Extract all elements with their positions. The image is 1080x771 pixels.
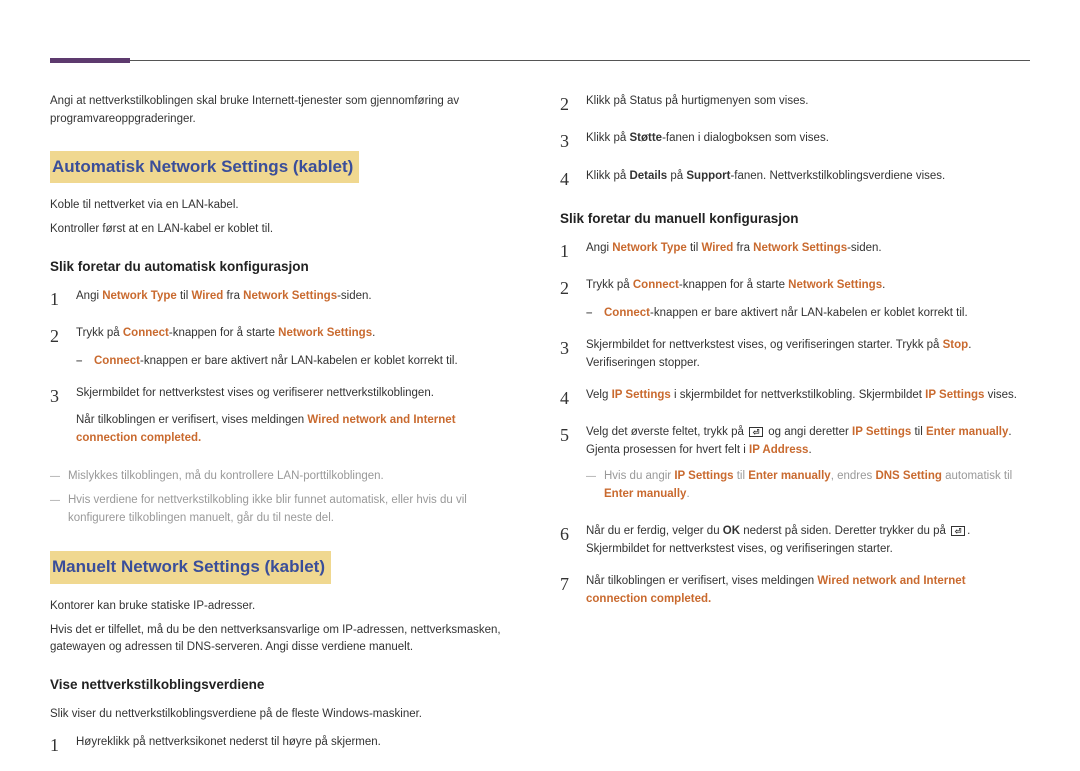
step-number: 3 [560,337,586,360]
step-body: Angi Network Type til Wired fra Network … [76,288,520,306]
heading-view-values: Vise nettverkstilkoblingsverdiene [50,675,520,696]
step-body: Når tilkoblingen er verifisert, vises me… [586,573,1030,609]
step-number: 1 [50,288,76,311]
step-number: 3 [50,385,76,408]
enter-icon: ⏎ [749,427,763,437]
step-body: Klikk på Details på Support-fanen. Nettv… [586,168,1030,186]
substep: – Connect-knappen er bare aktivert når L… [586,305,1030,323]
step-number: 1 [560,240,586,263]
footnote-mark-icon [50,492,68,528]
manual-step-4: 4 Velg IP Settings i skjermbildet for ne… [560,387,1030,410]
enter-icon: ⏎ [951,526,965,536]
step-number: 4 [560,168,586,191]
page-columns: Angi at nettverkstilkoblingen skal bruke… [50,93,1030,771]
step-body: Velg IP Settings i skjermbildet for nett… [586,387,1030,405]
auto-step-3: 3 Skjermbildet for nettverkstest vises o… [50,385,520,454]
dash-icon: – [586,305,604,323]
footnote-mark-icon [586,468,604,504]
right-column: 2 Klikk på Status på hurtigmenyen som vi… [560,93,1030,771]
heading-manual-config: Slik foretar du manuell konfigurasjon [560,209,1030,230]
step-number: 1 [50,734,76,757]
step-number: 4 [560,387,586,410]
step-number: 3 [560,130,586,153]
manual-step-1: 1 Angi Network Type til Wired fra Networ… [560,240,1030,263]
intro-text: Angi at nettverkstilkoblingen skal bruke… [50,93,520,129]
note-ip-settings: Hvis du angir IP Settings til Enter manu… [586,468,1030,504]
heading-auto-network: Automatisk Network Settings (kablet) [50,151,359,183]
auto-step-2: 2 Trykk på Connect-knappen for å starte … [50,325,520,371]
step-number: 2 [560,93,586,116]
step-body: Når du er ferdig, velger du OK nederst p… [586,523,1030,559]
auto-step-1: 1 Angi Network Type til Wired fra Networ… [50,288,520,311]
step-number: 5 [560,424,586,447]
step-body: Klikk på Støtte-fanen i dialogboksen som… [586,130,1030,148]
view-step-4: 4 Klikk på Details på Support-fanen. Net… [560,168,1030,191]
step-body: Skjermbildet for nettverkstest vises og … [76,385,520,454]
view-values-intro: Slik viser du nettverkstilkoblingsverdie… [50,706,520,724]
manual-step-3: 3 Skjermbildet for nettverkstest vises, … [560,337,1030,373]
footnote-mark-icon [50,468,68,486]
manual-step-7: 7 Når tilkoblingen er verifisert, vises … [560,573,1030,609]
step-number: 2 [560,277,586,300]
step-number: 6 [560,523,586,546]
manual-p1: Kontorer kan bruke statiske IP-adresser. [50,598,520,616]
manual-step-2: 2 Trykk på Connect-knappen for å starte … [560,277,1030,323]
view-step-2: 2 Klikk på Status på hurtigmenyen som vi… [560,93,1030,116]
note-1: Mislykkes tilkoblingen, må du kontroller… [50,468,520,486]
step-body: Angi Network Type til Wired fra Network … [586,240,1030,258]
heading-auto-config: Slik foretar du automatisk konfigurasjon [50,257,520,278]
step-body: Velg det øverste feltet, trykk på ⏎ og a… [586,424,1030,509]
dash-icon: – [76,353,94,371]
auto-p1: Koble til nettverket via en LAN-kabel. [50,197,520,215]
substep: – Connect-knappen er bare aktivert når L… [76,353,520,371]
step-number: 2 [50,325,76,348]
note-2: Hvis verdiene for nettverkstilkobling ik… [50,492,520,528]
step-body: Trykk på Connect-knappen for å starte Ne… [586,277,1030,323]
view-step-3: 3 Klikk på Støtte-fanen i dialogboksen s… [560,130,1030,153]
view-step-1: 1 Høyreklikk på nettverksikonet nederst … [50,734,520,757]
heading-manual-network: Manuelt Network Settings (kablet) [50,551,331,583]
step-body: Skjermbildet for nettverkstest vises, og… [586,337,1030,373]
header-rule [50,60,1030,61]
manual-step-5: 5 Velg det øverste feltet, trykk på ⏎ og… [560,424,1030,509]
manual-p2: Hvis det er tilfellet, må du be den nett… [50,622,520,658]
step-body: Trykk på Connect-knappen for å starte Ne… [76,325,520,371]
auto-p2: Kontroller først at en LAN-kabel er kobl… [50,221,520,239]
step-number: 7 [560,573,586,596]
manual-step-6: 6 Når du er ferdig, velger du OK nederst… [560,523,1030,559]
left-column: Angi at nettverkstilkoblingen skal bruke… [50,93,520,771]
